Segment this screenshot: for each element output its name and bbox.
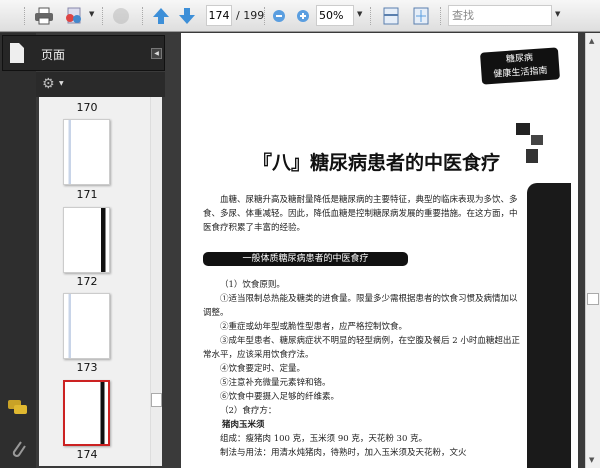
- thumbnail-label: 170: [76, 101, 98, 114]
- recipe-method: 制法与用法：用清水炖猪肉，待熟时，加入玉米须及天花粉，文火: [220, 448, 467, 458]
- find-dropdown-chevron-icon[interactable]: ▼: [555, 10, 560, 18]
- page-thumbnail-173[interactable]: [63, 293, 110, 359]
- fit-width-button[interactable]: [380, 5, 402, 27]
- printer-icon: [35, 7, 53, 25]
- navigation-pane-strip: [0, 33, 36, 468]
- decor-block: [526, 149, 538, 163]
- thumbnail-label: 173: [76, 361, 98, 374]
- scrollbar-thumb[interactable]: [151, 393, 162, 407]
- text-line: ②重症或幼年型或脆性型患者，应严格控制饮食。: [220, 322, 408, 332]
- document-scrollbar[interactable]: ▲ ▼: [585, 33, 600, 468]
- zoom-level-input[interactable]: 50%: [316, 5, 354, 26]
- thumbnail-label: 171: [76, 188, 98, 201]
- arrow-up-icon: [153, 8, 169, 24]
- pages-icon: [10, 43, 24, 63]
- fit-page-button[interactable]: [410, 5, 432, 27]
- body-lines: （1）饮食原则。 ①适当限制总热能及糖类的进食量。限量多少需根据患者的饮食习惯及…: [203, 278, 521, 460]
- pages-panel-header: 页面 ◀: [2, 35, 165, 71]
- chevron-down-icon[interactable]: ▼: [89, 10, 94, 18]
- section-banner: 一般体质糖尿病患者的中医食疗: [203, 252, 408, 266]
- page-thumbnail-172[interactable]: [63, 207, 110, 273]
- scroll-up-arrow-icon[interactable]: ▲: [589, 37, 594, 45]
- divider: [440, 7, 442, 25]
- text-line: ③成年型患者、糖尿病症状不明显的轻型病例，在空腹及餐后 2 小时血糖超出正常水平…: [203, 336, 520, 360]
- arrow-down-icon: [179, 8, 195, 24]
- panel-title: 页面: [41, 48, 66, 62]
- decor-block: [516, 123, 530, 135]
- globe-icon: [113, 8, 129, 24]
- next-page-button[interactable]: [176, 5, 198, 27]
- text-line: （2）食疗方：: [220, 406, 277, 416]
- panel-options-bar: ⚙ ▼: [36, 72, 165, 97]
- header-logo: 糖尿病 健康生活指南: [479, 47, 561, 85]
- page-total: / 199: [236, 9, 265, 22]
- text-line: ⑤注意补充微量元素锌和铬。: [220, 378, 331, 388]
- divider: [142, 7, 144, 25]
- thumbnail-label: 174: [76, 448, 98, 461]
- thumbnail-label: 172: [76, 275, 98, 288]
- toolbar: ▼ 174 / 199 50% ▼ 查找 ▼: [0, 0, 600, 32]
- divider: [264, 7, 266, 25]
- zoom-out-icon: [273, 10, 285, 22]
- paperclip-icon[interactable]: [9, 438, 27, 460]
- divider: [102, 7, 104, 25]
- page-thumbnail-171[interactable]: [63, 119, 110, 185]
- share-button[interactable]: [62, 5, 86, 27]
- document-page: 糖尿病 健康生活指南 『八』糖尿病患者的中医食疗 血糖、尿糖升高及糖耐量降低是糖…: [181, 33, 578, 468]
- collaborate-button[interactable]: [110, 5, 134, 27]
- text-line: ④饮食要定时、定量。: [220, 364, 306, 374]
- zoom-dropdown-chevron-icon[interactable]: ▼: [357, 10, 362, 18]
- pane-splitter[interactable]: [166, 33, 174, 468]
- collapse-panel-button[interactable]: ◀: [151, 48, 162, 59]
- divider: [24, 7, 26, 25]
- recipe-ingredients: 组成：瘦猪肉 100 克，玉米须 90 克，天花粉 30 克。: [220, 434, 428, 444]
- page-number-input[interactable]: 174: [206, 5, 232, 26]
- gear-icon[interactable]: ⚙: [42, 76, 55, 92]
- zoom-in-button[interactable]: [294, 5, 312, 27]
- page-thumbnail-174-selected[interactable]: [63, 380, 110, 446]
- decor-side-stripe: [527, 183, 571, 468]
- previous-page-button[interactable]: [150, 5, 172, 27]
- chevron-down-icon[interactable]: ▼: [59, 80, 64, 87]
- decor-block: [531, 135, 543, 145]
- thumbnails-scrollbar[interactable]: [150, 97, 162, 466]
- zoom-in-icon: [297, 10, 309, 22]
- page-title: 『八』糖尿病患者的中医食疗: [253, 152, 501, 174]
- page-thumbnails-list: 170 171 172 173 174: [39, 97, 162, 466]
- text-line: ⑥饮食中要摄入足够的纤维素。: [220, 392, 340, 402]
- print-button[interactable]: [32, 5, 56, 27]
- comments-icon[interactable]: [7, 399, 29, 417]
- fit-page-icon: [413, 7, 429, 25]
- fit-width-icon: [383, 7, 399, 25]
- intro-paragraph: 血糖、尿糖升高及糖耐量降低是糖尿病的主要特征，典型的临床表现为多饮、多食、多尿、…: [203, 195, 518, 233]
- divider: [370, 7, 372, 25]
- text-line: ①适当限制总热能及糖类的进食量。限量多少需根据患者的饮食习惯及病情加以调整。: [203, 294, 518, 318]
- document-users-icon: [66, 7, 81, 24]
- text-line: （1）饮食原则。: [220, 280, 285, 290]
- zoom-out-button[interactable]: [270, 5, 288, 27]
- find-input[interactable]: 查找: [448, 5, 552, 26]
- scrollbar-thumb[interactable]: [587, 293, 599, 305]
- scroll-down-arrow-icon[interactable]: ▼: [589, 456, 594, 464]
- recipe-title: 猪肉玉米须: [222, 420, 265, 430]
